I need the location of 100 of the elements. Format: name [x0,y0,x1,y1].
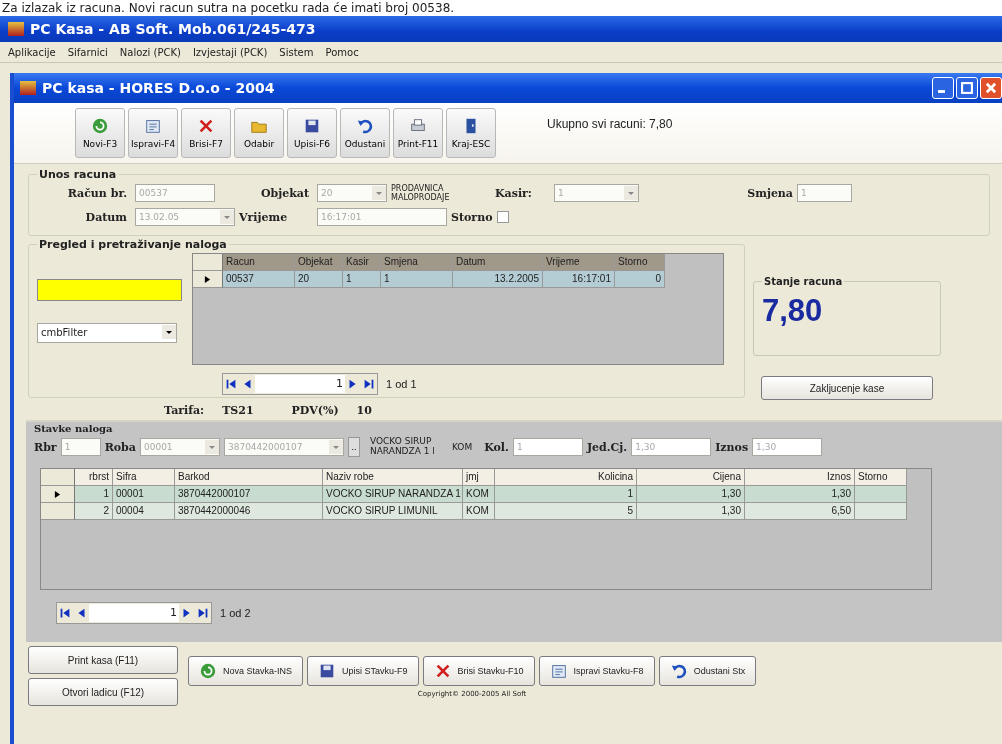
row-selector[interactable] [41,486,75,503]
field-label: Objekat [259,186,310,200]
column-header[interactable]: Objekat [295,254,343,271]
field-label: Smjena [746,186,793,200]
menu-item[interactable]: Aplikacije [8,46,56,58]
menu-item[interactable]: Nalozi (PCK) [119,46,181,58]
command-button[interactable]: Print kasa (F11) [28,646,178,674]
maximize-icon [960,81,974,95]
window-title: PC kasa - HORES D.o.o - 2004 [42,80,275,96]
grid-corner-cell [193,254,223,271]
table-cell: KOM [463,503,495,520]
toolbar-button[interactable]: Ispravi-F4 [128,108,178,158]
item-name: VOCKO SIRUP NARANDZA 1 l [369,436,436,458]
table-cell: 1,30 [745,486,855,503]
menu-item[interactable]: Sistem [279,46,314,58]
filter-dropdown[interactable]: cmbFilter [37,323,177,343]
balance-amount: 7,80 [762,293,824,329]
notepad-icon [549,662,568,680]
browse-button[interactable]: .. [347,437,360,457]
field-label: Iznos [715,440,749,454]
column-header[interactable]: Kolicina [495,469,637,486]
action-button[interactable]: Ispravi Stavku-F8 [538,656,655,686]
toolbar-button[interactable]: Upisi-F6 [287,108,337,158]
field-label: Vrijeme [239,210,289,224]
vat-label: PDV(%) [291,403,339,417]
column-header[interactable]: Storno [855,469,907,486]
table-cell: 5 [495,503,637,520]
table-cell: 6,50 [745,503,855,520]
action-button[interactable]: Brisi Stavku-F10 [422,656,535,686]
close-icon [984,81,998,95]
table-cell: 1 [495,486,637,503]
toolbar-button[interactable]: Kraj-ESC [446,108,496,158]
column-header[interactable]: jmj [463,469,495,486]
column-header[interactable]: Vrijeme [543,254,615,271]
toolbar-button[interactable]: Print-F11 [393,108,443,158]
command-button[interactable]: Otvori ladicu (F12) [28,678,178,706]
table-cell: 0 [615,271,665,288]
column-header[interactable]: Barkod [175,469,323,486]
column-header[interactable]: Smjena [381,254,453,271]
cross-icon [197,117,215,135]
table-cell: 3870442000046 [175,503,323,520]
action-button[interactable]: Nova Stavka-INS [188,656,304,686]
column-header[interactable]: Iznos [745,469,855,486]
column-header[interactable]: Sifra [113,469,175,486]
caption-text: Za izlazak iz racuna. Novi racun sutra na pocetku rada će imati broj 00538. [0,0,1002,16]
tariff-value: TS21 [222,403,254,417]
record-count: 1 od 2 [220,607,251,619]
toolbar-button[interactable]: Odabir [234,108,284,158]
minimize-button[interactable] [932,77,954,99]
close-button[interactable] [980,77,1002,99]
maximize-button[interactable] [956,77,978,99]
field-label: Roba [104,440,136,454]
group-title: Unos racuna [38,168,118,181]
row-selector[interactable] [193,271,223,288]
table-cell: 1 [75,486,113,503]
table-cell: 00004 [113,503,175,520]
field-label: Kol. [484,440,509,454]
close-register-button[interactable]: Zakljucenje kase [761,376,933,400]
table-row[interactable]: 1 00001 3870442000107 VOCKO SIRUP NARANDZA 1 KOM 1 1,30 1,30 [41,486,931,503]
storno-checkbox[interactable] [496,211,509,223]
menu-item[interactable]: Pomoc [325,46,359,58]
total-label: Ukupno svi racuni: 7,80 [547,117,673,131]
table-cell: 1,30 [637,486,745,503]
table-cell: 1 [381,271,453,288]
row-pointer-icon [204,274,211,284]
column-header[interactable]: Naziv robe [323,469,463,486]
caret-icon [328,440,343,454]
undo-arrow-icon [356,117,374,135]
menu-item[interactable]: Sifarnici [67,46,108,58]
table-row[interactable]: 2 00004 3870442000046 VOCKO SIRUP LIMUNIL KOM 5 1,30 6,50 [41,503,931,520]
group-title: Stanje racuna [763,276,844,287]
table-cell: 16:17:01 [543,271,615,288]
caret-icon [204,440,219,454]
table-row[interactable]: 00537 20 1 1 13.2.2005 16:17:01 0 [193,271,723,288]
toolbar-button[interactable]: Brisi-F7 [181,108,231,158]
column-header[interactable]: Racun [223,254,295,271]
column-header[interactable]: Datum [453,254,543,271]
column-header[interactable]: Kasir [343,254,381,271]
menu-item[interactable]: Izvjestaji (PCK) [192,46,268,58]
table-cell: VOCKO SIRUP LIMUNIL [323,503,463,520]
table-cell: 1 [343,271,381,288]
object-name: PRODAVNICA MALOPRODAJE [391,184,451,202]
row-pointer-icon [54,489,61,499]
toolbar-button[interactable]: Novi-F3 [75,108,125,158]
column-header[interactable]: rbrst [75,469,113,486]
table-cell: 20 [295,271,343,288]
column-header[interactable]: Storno [615,254,665,271]
table-cell: 00537 [223,271,295,288]
action-button[interactable]: Odustani Stx [658,656,757,686]
action-button[interactable]: Upisi STavku-F9 [307,656,419,686]
minimize-icon [938,90,945,93]
search-field[interactable] [37,279,182,301]
field-label: Storno [451,210,493,224]
record-count: 1 od 1 [386,378,417,390]
field-label: Kasir: [495,186,533,200]
app-title: PC Kasa - AB Soft. Mob.061/245-473 [30,21,316,37]
caret-icon [162,325,176,339]
toolbar-button[interactable]: Odustani [340,108,390,158]
caret-icon [624,186,638,200]
column-header[interactable]: Cijena [637,469,745,486]
